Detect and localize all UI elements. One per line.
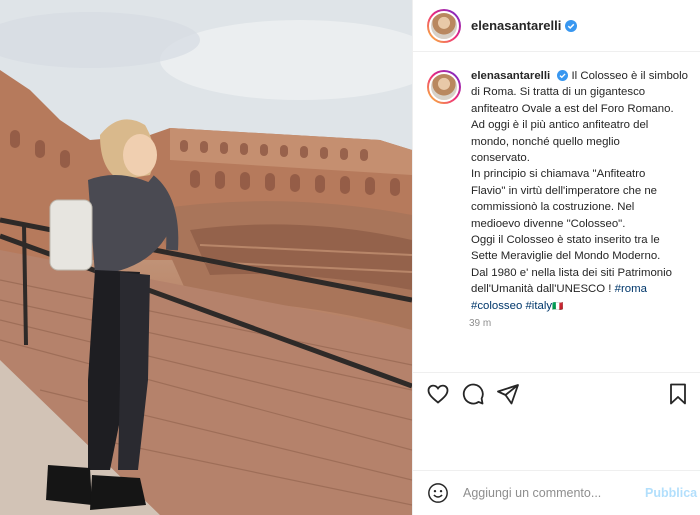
- caption-line: Sette Meraviglie del Mondo Moderno.: [471, 250, 661, 263]
- comment-icon[interactable]: [461, 382, 485, 406]
- italy-flag-emoji: 🇮🇹: [552, 300, 564, 311]
- add-comment-bar: Pubblica: [413, 470, 700, 515]
- hashtag-link[interactable]: #italy: [525, 300, 552, 312]
- caption-line: medioevo divenne "Colosseo".: [471, 217, 626, 230]
- heart-icon[interactable]: [426, 382, 450, 406]
- publish-button[interactable]: Pubblica: [645, 486, 697, 500]
- caption-line: dell'Umanità dall'UNESCO !: [471, 283, 612, 296]
- instagram-post: elenasantarelli elenasantarelli Il Colos…: [0, 0, 700, 515]
- caption-avatar-image: [429, 72, 459, 102]
- caption-text: elenasantarelli Il Colosseo è il simbolo…: [471, 68, 688, 314]
- caption-avatar[interactable]: [427, 70, 461, 104]
- caption-line: Oggi il Colosseo è stato inserito tra le: [471, 234, 660, 247]
- action-bar: [413, 372, 700, 416]
- caption-line: Ad oggi è il più antico anfiteatro del: [471, 119, 649, 132]
- comment-input[interactable]: [461, 485, 633, 501]
- verified-badge-icon: [565, 19, 578, 32]
- caption-verified-badge-icon: [557, 70, 569, 82]
- caption-line: In principio si chiamava "Anfiteatro: [471, 168, 646, 181]
- post-header: elenasantarelli: [413, 0, 700, 52]
- caption-line: conservato.: [471, 152, 530, 165]
- avatar[interactable]: [427, 8, 461, 43]
- caption-line: anfiteatro Ovale a est del Foro Romano.: [471, 102, 674, 115]
- header-username[interactable]: elenasantarelli: [471, 18, 561, 33]
- caption-line: Il Colosseo è il simbolo: [571, 70, 689, 82]
- post-timestamp[interactable]: 39 m: [469, 318, 491, 329]
- comments-area: elenasantarelli Il Colosseo è il simbolo…: [413, 52, 700, 372]
- emoji-icon[interactable]: [427, 482, 449, 504]
- colosseum-photo-illustration: [0, 0, 412, 515]
- caption-line: Flavio" in virtù dell'imperatore che ne: [471, 184, 658, 197]
- post-side-panel: elenasantarelli elenasantarelli Il Colos…: [412, 0, 700, 515]
- hashtag-link[interactable]: #roma: [615, 283, 647, 295]
- avatar-image: [429, 10, 459, 41]
- caption-line: mondo, nonché quello meglio: [471, 135, 620, 148]
- share-icon[interactable]: [496, 382, 520, 406]
- hashtag-link[interactable]: #colosseo: [471, 300, 522, 312]
- caption-row: elenasantarelli Il Colosseo è il simbolo…: [413, 52, 700, 314]
- post-photo[interactable]: [0, 0, 412, 515]
- caption-line: Dal 1980 e' nella lista dei siti Patrimo…: [471, 266, 672, 279]
- caption-line: di Roma. Si tratta di un gigantesco: [471, 86, 646, 99]
- bookmark-icon[interactable]: [666, 382, 690, 406]
- caption-line: commissionò la costruzione. Nel: [471, 201, 635, 214]
- caption-username[interactable]: elenasantarelli: [471, 70, 550, 82]
